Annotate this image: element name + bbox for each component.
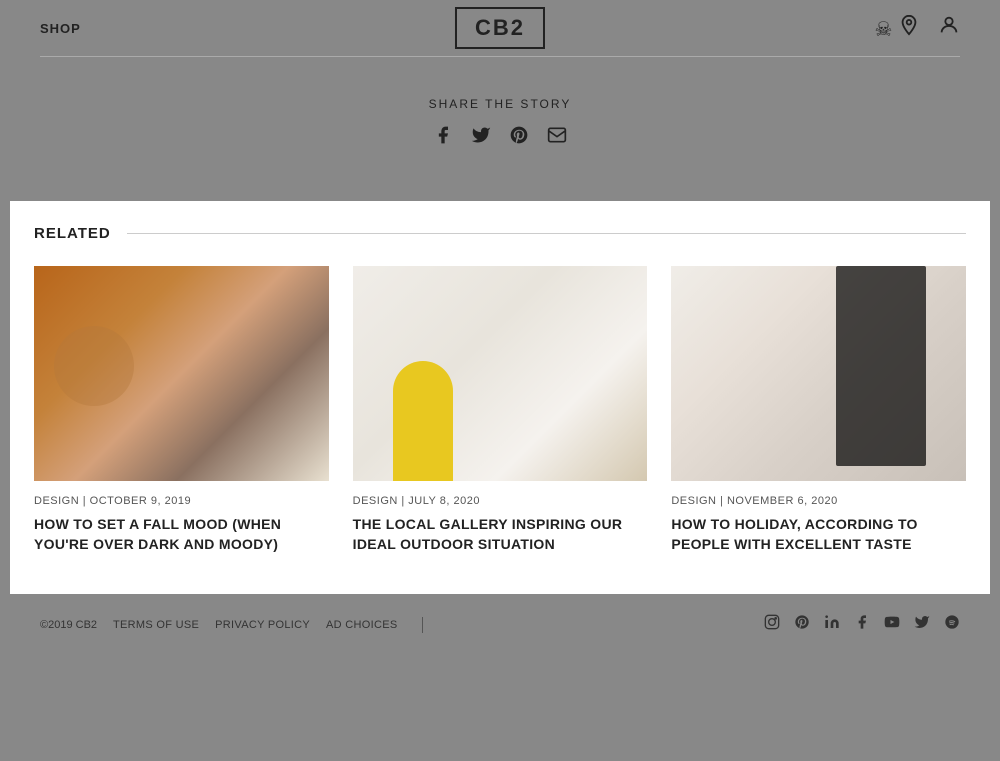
ad-choices-link[interactable]: AD CHOICES	[326, 619, 397, 631]
share-label: SHARE THE STORY	[0, 97, 1000, 111]
linkedin-icon[interactable]	[824, 614, 840, 635]
pinterest-footer-icon[interactable]	[794, 614, 810, 635]
card-2-meta: DESIGN | JULY 8, 2020	[353, 495, 648, 507]
footer-divider	[422, 617, 423, 633]
header-icon-group: ☠	[875, 14, 961, 42]
footer: ©2019 CB2 TERMS OF USE PRIVACY POLICY AD…	[0, 594, 1000, 655]
related-title: RELATED	[34, 225, 111, 242]
facebook-footer-icon[interactable]	[854, 614, 870, 635]
card-3[interactable]: DESIGN | NOVEMBER 6, 2020 HOW TO HOLIDAY…	[671, 266, 966, 554]
related-divider	[127, 233, 966, 234]
card-1-meta: DESIGN | OCTOBER 9, 2019	[34, 495, 329, 507]
facebook-icon[interactable]	[433, 125, 453, 151]
footer-copyright: ©2019 CB2	[40, 619, 97, 631]
twitter-icon[interactable]	[471, 125, 491, 151]
cards-grid: DESIGN | OCTOBER 9, 2019 HOW TO SET A FA…	[34, 266, 966, 554]
related-header: RELATED	[34, 225, 966, 242]
user-icon[interactable]	[938, 14, 960, 42]
card-1[interactable]: DESIGN | OCTOBER 9, 2019 HOW TO SET A FA…	[34, 266, 329, 554]
shop-link[interactable]: SHOP	[40, 21, 81, 36]
main-content: RELATED DESIGN | OCTOBER 9, 2019 HOW TO …	[10, 201, 990, 594]
instagram-icon[interactable]	[764, 614, 780, 635]
card-3-meta: DESIGN | NOVEMBER 6, 2020	[671, 495, 966, 507]
card-1-image	[34, 266, 329, 481]
share-icons	[0, 125, 1000, 151]
footer-left: ©2019 CB2 TERMS OF USE PRIVACY POLICY AD…	[40, 617, 431, 633]
card-2-image	[353, 266, 648, 481]
footer-social	[764, 614, 960, 635]
card-2-title: THE LOCAL GALLERY INSPIRING OUR IDEAL OU…	[353, 515, 648, 554]
pinterest-icon[interactable]	[509, 125, 529, 151]
terms-link[interactable]: TERMS OF USE	[113, 619, 199, 631]
card-2[interactable]: DESIGN | JULY 8, 2020 THE LOCAL GALLERY …	[353, 266, 648, 554]
logo[interactable]: CB2	[455, 7, 545, 49]
privacy-link[interactable]: PRIVACY POLICY	[215, 619, 310, 631]
email-icon[interactable]	[547, 125, 567, 151]
spotify-icon[interactable]	[944, 614, 960, 635]
location-icon[interactable]: ☠	[875, 14, 921, 42]
share-section: SHARE THE STORY	[0, 57, 1000, 201]
card-3-image	[671, 266, 966, 481]
twitter-footer-icon[interactable]	[914, 614, 930, 635]
card-1-title: HOW TO SET A FALL MOOD (WHEN YOU'RE OVER…	[34, 515, 329, 554]
header: SHOP CB2 ☠	[0, 0, 1000, 56]
card-3-title: HOW TO HOLIDAY, ACCORDING TO PEOPLE WITH…	[671, 515, 966, 554]
youtube-icon[interactable]	[884, 614, 900, 635]
